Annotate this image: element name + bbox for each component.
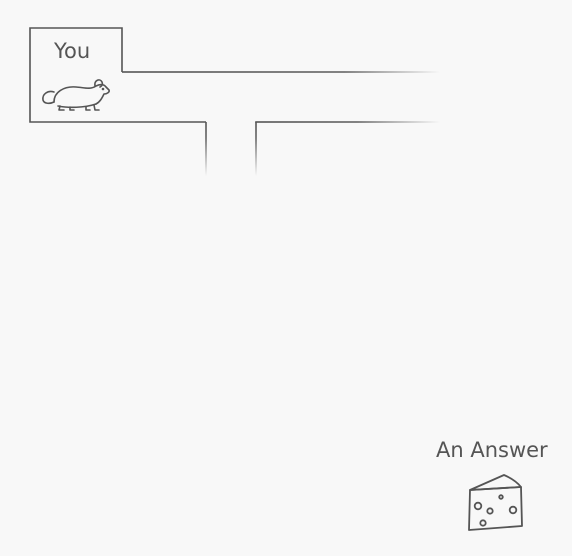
maze-wall-top-corridor	[122, 71, 440, 73]
goal-label: An Answer	[436, 438, 548, 462]
cheese-icon	[468, 474, 523, 531]
maze-wall-bottom-corridor	[255, 121, 441, 123]
start-label: You	[54, 39, 91, 63]
maze-wall-down-right	[255, 122, 257, 176]
mouse-icon	[42, 79, 110, 111]
maze-wall-down-left	[205, 122, 207, 176]
